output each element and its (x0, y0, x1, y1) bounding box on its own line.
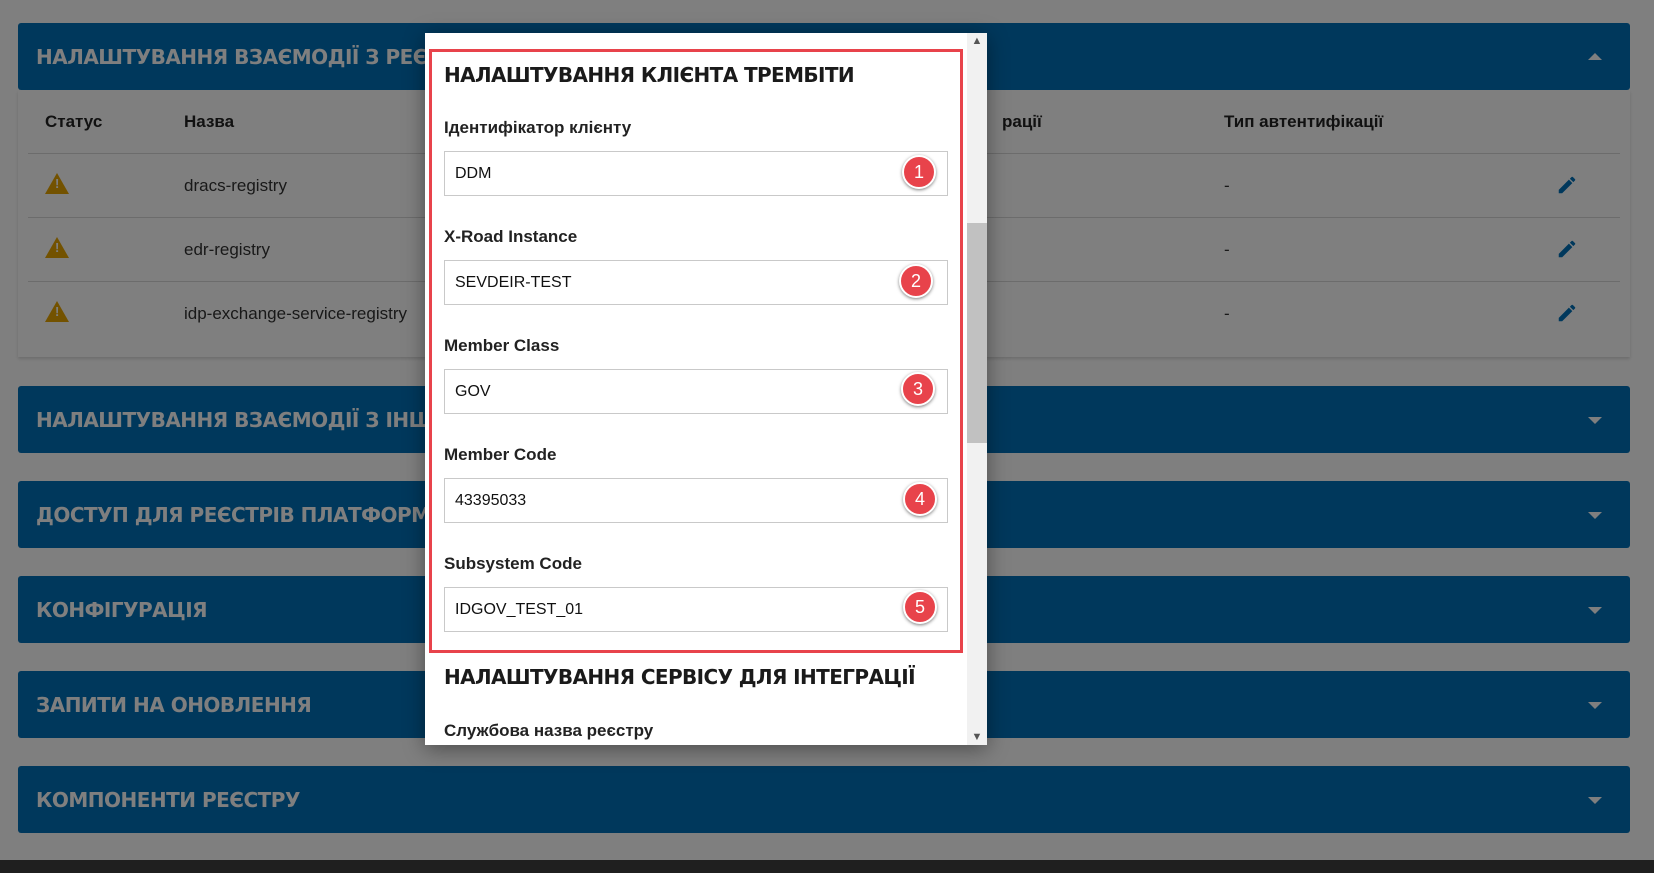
callout-badge: 2 (899, 264, 933, 298)
subsystem-code-label: Subsystem Code (444, 554, 582, 573)
scroll-up-icon[interactable]: ▲ (971, 35, 983, 47)
section-title-client: НАЛАШТУВАННЯ КЛІЄНТА ТРЕМБІТИ (444, 63, 855, 87)
client-id-input[interactable]: DDM (444, 151, 948, 196)
scroll-thumb[interactable] (967, 223, 987, 443)
member-class-label: Member Class (444, 336, 560, 355)
callout-badge: 3 (901, 372, 935, 406)
callout-badge: 4 (903, 482, 937, 516)
subsystem-code-input[interactable]: IDGOV_TEST_01 (444, 587, 948, 632)
trembita-client-modal: НАЛАШТУВАННЯ КЛІЄНТА ТРЕМБІТИ Ідентифіка… (425, 33, 987, 745)
member-class-input[interactable]: GOV (444, 369, 948, 414)
member-code-label: Member Code (444, 445, 557, 464)
footer-bar (0, 860, 1654, 873)
modal-scrollbar[interactable]: ▲ ▼ (967, 33, 987, 745)
registry-service-name-label: Службова назва реєстру (444, 721, 654, 740)
scroll-down-icon[interactable]: ▼ (971, 731, 983, 743)
xroad-instance-input[interactable]: SEVDEIR-TEST (444, 260, 948, 305)
client-id-label: Ідентифікатор клієнту (444, 118, 632, 137)
callout-badge: 1 (902, 155, 936, 189)
xroad-instance-label: X-Road Instance (444, 227, 578, 246)
section-title-integration: НАЛАШТУВАННЯ СЕРВІСУ ДЛЯ ІНТЕГРАЦІЇ (444, 665, 916, 689)
member-code-input[interactable]: 43395033 (444, 478, 948, 523)
callout-badge: 5 (903, 590, 937, 624)
